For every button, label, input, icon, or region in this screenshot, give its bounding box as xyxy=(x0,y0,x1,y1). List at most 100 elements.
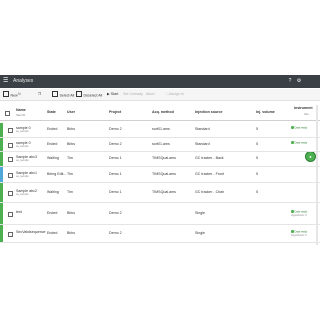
row-project: Demo 1 xyxy=(109,156,122,160)
scrollbar[interactable] xyxy=(316,105,318,245)
row-state: Waiting xyxy=(47,190,59,194)
column-instrument-sub: Info xyxy=(304,112,309,116)
row-user: Birks xyxy=(67,211,75,215)
table-row[interactable]: Sample abc1 sa_sample Being Edit... Tim Demo… xyxy=(0,167,320,183)
page-title: Analyses xyxy=(13,78,34,84)
column-name[interactable]: Name xyxy=(16,108,26,112)
toolbar: New ↻ ❐ Select All Deselect All ▶ Start … xyxy=(0,89,320,101)
row-user: Tim xyxy=(67,172,73,176)
row-volume: 5 xyxy=(256,172,258,176)
row-project: Demo 1 xyxy=(109,172,122,176)
table-header: Name Sam ID State User Project Acq. meth… xyxy=(0,104,320,121)
status-badge: Data ready xyxy=(291,126,307,130)
row-method: TIMSQual.ams xyxy=(152,156,176,160)
column-instrument[interactable]: Instrument xyxy=(294,106,313,110)
row-name-sub: sa_sample xyxy=(16,193,29,196)
row-state: Ended xyxy=(47,127,58,131)
row-info: Hypothesis: 0 xyxy=(291,214,307,217)
column-method[interactable]: Acq. method xyxy=(152,110,174,114)
abort-button[interactable]: Abort xyxy=(146,91,155,98)
row-source: Standard xyxy=(195,142,210,146)
row-volume: 5 xyxy=(256,142,258,146)
row-name-sub: sa_sample xyxy=(16,175,29,178)
select-all-checkbox[interactable] xyxy=(5,111,10,116)
row-checkbox[interactable] xyxy=(8,157,13,162)
row-project: Demo 2 xyxy=(109,142,122,146)
refresh-button[interactable]: ↻ xyxy=(18,91,21,98)
assign-button[interactable]: □ Assign to xyxy=(166,91,184,98)
checkbox-empty-icon xyxy=(76,91,82,97)
row-source: GC tracker - Back xyxy=(195,156,224,160)
status-stripe xyxy=(0,225,3,242)
row-name-sub: sa_sample xyxy=(16,145,29,148)
row-checkbox[interactable] xyxy=(8,143,13,148)
row-state: Being Edit... xyxy=(47,172,67,176)
column-project[interactable]: Project xyxy=(109,110,121,114)
row-checkbox[interactable] xyxy=(8,212,13,217)
deselect-all-button[interactable]: Deselect All xyxy=(76,91,102,98)
help-icon[interactable]: ? xyxy=(287,78,293,84)
row-source: Single xyxy=(195,211,205,215)
status-stripe xyxy=(0,167,3,182)
status-badge: Data ready xyxy=(291,141,307,145)
row-name[interactable]: SecValidsequence xyxy=(16,230,46,234)
row-method: sort01.ams xyxy=(152,142,170,146)
row-user: Birks xyxy=(67,142,75,146)
table-row[interactable]: Sample abc3 sa_sample Waiting Tim Demo 1 TIMS… xyxy=(0,152,320,167)
status-stripe xyxy=(0,152,3,166)
copy-button[interactable]: ❐ xyxy=(38,91,41,98)
ready-dot-icon xyxy=(291,230,294,233)
row-user: Birks xyxy=(67,231,75,235)
table-row[interactable]: sample 0 sa_sample Ended Birks Demo 2 sort01.… xyxy=(0,138,320,152)
column-volume[interactable]: Inj. volume xyxy=(256,110,275,114)
row-name-sub: sa_sample xyxy=(16,159,29,162)
table-row[interactable]: sample 0 sa_sample Ended Birks Demo 2 sort01.… xyxy=(0,123,320,138)
app-header: ☰ Analyses ? ⚙ ● xyxy=(0,75,320,162)
row-volume: 5 xyxy=(256,156,258,160)
column-user[interactable]: User xyxy=(67,110,75,114)
row-checkbox[interactable] xyxy=(8,173,13,178)
row-method: TIMSQual.ams xyxy=(152,172,176,176)
row-info: Hypothesis: 0 xyxy=(291,234,307,237)
ready-dot-icon xyxy=(291,141,294,144)
ready-dot-icon xyxy=(291,126,294,129)
row-user: Birks xyxy=(67,127,75,131)
hamburger-menu-icon[interactable]: ☰ xyxy=(3,78,9,84)
row-state: Waiting xyxy=(47,156,59,160)
row-checkbox[interactable] xyxy=(8,128,13,133)
add-icon xyxy=(3,91,9,97)
table-row[interactable]: Sample abc2 sa_sample Waiting Tim Demo 1 TIMS… xyxy=(0,183,320,203)
row-volume: 5 xyxy=(256,190,258,194)
status-stripe xyxy=(0,183,3,202)
row-method: sort01.ams xyxy=(152,127,170,131)
row-state: Ended xyxy=(47,142,58,146)
table-row[interactable]: SecValidsequence Ended Birks Demo 2 Single Da… xyxy=(0,225,320,243)
status-stripe xyxy=(0,138,3,151)
row-method: TIMSQual.ams xyxy=(152,190,176,194)
column-name-sub: Sam ID xyxy=(16,113,26,117)
column-source[interactable]: Injection source xyxy=(195,110,223,114)
select-all-button[interactable]: Select All xyxy=(52,91,74,98)
row-source: Standard xyxy=(195,127,210,131)
row-state: Ended xyxy=(47,231,58,235)
column-state[interactable]: State xyxy=(47,110,56,114)
status-badge: Data ready xyxy=(291,210,307,214)
checkbox-icon xyxy=(52,91,58,97)
row-checkbox[interactable] xyxy=(8,232,13,237)
row-project: Demo 2 xyxy=(109,211,122,215)
set-unready-button[interactable]: Set Unready xyxy=(123,91,143,98)
row-name[interactable]: test xyxy=(16,210,22,214)
settings-icon[interactable]: ⚙ xyxy=(296,78,302,84)
row-checkbox[interactable] xyxy=(8,191,13,196)
row-name-sub: sa_sample xyxy=(16,130,29,133)
row-source: GC tracker - Front xyxy=(195,172,224,176)
start-button[interactable]: ▶ Start xyxy=(107,91,118,98)
row-source: Single xyxy=(195,231,205,235)
row-project: Demo 1 xyxy=(109,190,122,194)
table-row[interactable]: test Ended Birks Demo 2 Single Data ready Hypo… xyxy=(0,203,320,225)
row-state: Ended xyxy=(47,211,58,215)
ready-dot-icon xyxy=(291,210,294,213)
new-button[interactable]: New xyxy=(3,91,18,98)
row-volume: 5 xyxy=(256,127,258,131)
status-badge: Data ready xyxy=(291,230,307,234)
